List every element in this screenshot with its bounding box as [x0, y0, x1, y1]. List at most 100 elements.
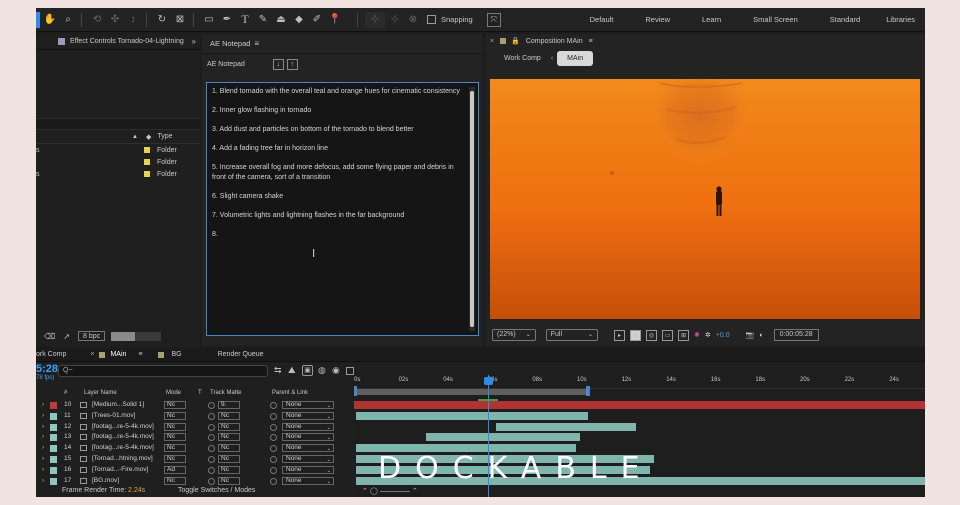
eraser-tool-icon[interactable]: ◆ — [291, 12, 307, 28]
tab-work-comp[interactable]: ork Comp — [36, 351, 74, 358]
brush-tool-icon[interactable]: ✎ — [255, 12, 271, 28]
workspace-standard[interactable]: Standard — [814, 8, 876, 32]
thumbnail-size-slider[interactable] — [111, 331, 162, 341]
send-icon[interactable]: ➚ — [63, 332, 70, 341]
layer-name[interactable]: [footag...re-5-4k.mov] — [92, 423, 154, 430]
workspace-review[interactable]: Review — [629, 8, 686, 32]
layer-row[interactable]: › 13 [footag...re-5-4k.mov] Nc Nc None ⌄ — [36, 432, 354, 443]
work-area-end-handle[interactable] — [586, 386, 590, 396]
panel-menu-icon[interactable]: ≡ — [254, 39, 259, 48]
track-matte-dropdown[interactable]: Nc — [218, 465, 240, 474]
zoom-slider-track[interactable] — [380, 491, 410, 492]
parent-dropdown[interactable]: None ⌄ — [282, 433, 334, 442]
move-down-button[interactable]: ↓ — [272, 58, 284, 70]
track-matte-dropdown[interactable]: Nc — [218, 433, 240, 442]
show-snapshot-icon[interactable]: ◐ — [759, 332, 763, 339]
delete-icon[interactable]: ⌫ — [44, 332, 55, 341]
layer-label-swatch[interactable] — [50, 456, 57, 463]
notepad-scrollbar[interactable] — [469, 87, 475, 331]
parent-dropdown[interactable]: None ⌄ — [282, 401, 334, 409]
zoom-out-icon[interactable]: ⌃ — [362, 487, 368, 495]
expand-arrow-icon[interactable]: › — [42, 423, 44, 430]
blend-mode-dropdown[interactable]: Nc — [164, 455, 186, 463]
expand-arrow-icon[interactable]: › — [42, 466, 44, 473]
layer-name[interactable]: [Trees-01.mov] — [92, 412, 135, 419]
panel-menu-icon[interactable]: ≡ — [589, 38, 593, 45]
parent-link-header[interactable]: Parent & Link — [272, 390, 308, 396]
move-up-button[interactable]: ↑ — [286, 58, 298, 70]
track-matte-dropdown[interactable]: Nc — [218, 455, 240, 463]
anchor-tool-icon[interactable]: ⊠ — [172, 12, 188, 28]
hand-tool-icon[interactable]: ✋ — [42, 12, 58, 28]
world-axis-icon[interactable]: ⊹ — [387, 12, 403, 28]
parent-dropdown[interactable]: None ⌄ — [282, 465, 334, 474]
snapshot-icon[interactable]: 📷 — [746, 331, 755, 339]
layer-row[interactable]: › 11 [Trees-01.mov] Nc Nc None ⌄ — [36, 411, 354, 422]
blend-mode-dropdown[interactable]: Nc — [164, 422, 186, 431]
pen-tool-icon[interactable]: ✒ — [219, 12, 235, 28]
layer-label-swatch[interactable] — [50, 423, 57, 431]
grid-guides-icon[interactable]: ⊞ — [678, 329, 690, 341]
preserve-transparency-toggle[interactable] — [208, 466, 215, 474]
comp-flowchart-icon[interactable]: ⇆ — [274, 365, 282, 376]
project-item[interactable]: s Folder — [36, 144, 200, 156]
region-of-interest-icon[interactable]: ▭ — [662, 329, 674, 341]
puppet-pin-tool-icon[interactable]: 📍 — [327, 12, 343, 28]
preserve-transparency-toggle[interactable] — [208, 456, 215, 463]
pick-whip-icon[interactable] — [270, 402, 277, 409]
frame-blending-icon[interactable]: ◍ — [318, 365, 326, 376]
toggle-switches-button[interactable]: Toggle Switches / Modes — [178, 487, 255, 494]
panel-overflow-icon[interactable]: » — [192, 37, 196, 46]
zoom-dropdown[interactable]: (22%) ⌄ — [492, 329, 536, 341]
blend-mode-dropdown[interactable]: Nc — [164, 476, 186, 485]
blend-mode-dropdown[interactable]: Nc — [164, 433, 186, 442]
rectangle-tool-icon[interactable]: ▭ — [201, 12, 217, 28]
breadcrumb-parent[interactable]: Work Comp — [504, 55, 541, 62]
type-tool-icon[interactable]: T — [237, 12, 253, 28]
resolution-dropdown[interactable]: Full ⌄ — [545, 329, 599, 341]
work-area-bar[interactable] — [354, 389, 588, 395]
graph-editor-icon[interactable] — [346, 367, 354, 375]
dolly-camera-icon[interactable]: ↕ — [125, 12, 141, 28]
preserve-transparency-toggle[interactable] — [208, 423, 215, 431]
rotate-tool-icon[interactable]: ↻ — [154, 12, 170, 28]
pick-whip-icon[interactable] — [270, 423, 277, 431]
layer-name[interactable]: [BG.mov] — [92, 477, 119, 484]
pick-whip-icon[interactable] — [270, 466, 277, 474]
layer-name[interactable]: [Tornad...-Fire.mov] — [92, 466, 148, 473]
clone-stamp-tool-icon[interactable]: ⏏ — [273, 12, 289, 28]
effect-controls-tab[interactable]: Effect Controls Tornado-04-Lightning » — [36, 34, 200, 50]
zoom-slider-thumb[interactable]: ◯ — [370, 487, 378, 495]
mode-header[interactable]: Mode — [166, 390, 181, 396]
project-item[interactable]: s Folder — [36, 168, 200, 180]
current-time[interactable]: 5:28 — [36, 363, 58, 375]
fast-previews-icon[interactable]: ▸ — [614, 329, 626, 341]
preserve-transparency-toggle[interactable] — [208, 434, 215, 442]
tab-render-queue[interactable]: Render Queue — [210, 351, 272, 358]
pick-whip-icon[interactable] — [270, 434, 277, 442]
project-search-field[interactable] — [36, 118, 200, 130]
exposure-value[interactable]: +0.0 — [716, 332, 730, 339]
type-column-header[interactable]: Type — [157, 133, 172, 140]
blend-mode-dropdown[interactable]: Nc — [164, 411, 186, 420]
tab-main[interactable]: MAin — [110, 351, 134, 358]
home-icon[interactable] — [36, 11, 40, 28]
layer-row[interactable]: › 16 [Tornad...-Fire.mov] Ad Nc None ⌄ — [36, 465, 354, 476]
workspace-learn[interactable]: Learn — [686, 8, 737, 32]
orbit-camera-icon[interactable]: ⟲ — [89, 12, 105, 28]
blend-mode-dropdown[interactable]: Nc — [164, 401, 186, 409]
layer-label-swatch[interactable] — [50, 434, 57, 442]
zoom-in-icon[interactable]: ⌃ — [412, 487, 418, 495]
pick-whip-icon[interactable] — [270, 412, 277, 420]
layer-label-swatch[interactable] — [50, 477, 57, 485]
expand-arrow-icon[interactable]: › — [42, 477, 44, 484]
parent-dropdown[interactable]: None ⌄ — [282, 476, 334, 485]
expand-arrow-icon[interactable]: › — [42, 412, 44, 419]
draft-3d-icon[interactable]: ⛰ — [288, 365, 296, 376]
t-header[interactable]: T — [198, 390, 202, 396]
layer-label-swatch[interactable] — [50, 412, 57, 420]
close-icon[interactable]: × — [490, 38, 494, 45]
blend-mode-dropdown[interactable]: Nc — [164, 444, 186, 453]
track-matte-dropdown[interactable]: Nc — [218, 444, 240, 453]
layer-name[interactable]: [footag...re-5-4k.mov] — [92, 433, 154, 440]
